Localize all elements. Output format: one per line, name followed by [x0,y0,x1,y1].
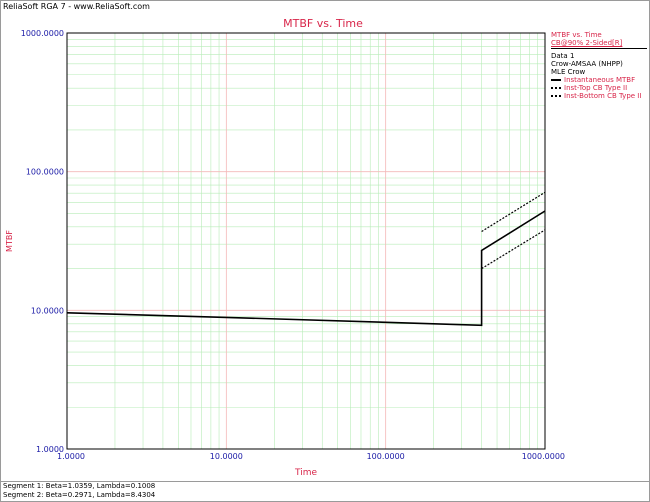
series-bottom-cb [481,229,546,270]
dotted-line-swatch [551,87,561,89]
legend: MTBF vs. Time CB@90% 2-Sided[R] Data 1 C… [551,31,647,100]
legend-method: MLE Crow [551,68,586,76]
legend-entry-top-cb: Inst-Top CB Type II [551,84,647,92]
y-axis-label: MTBF [5,230,14,252]
legend-entry-label: Instantaneous MTBF [564,76,636,84]
legend-subtitle: CB@90% 2-Sided[R] [551,39,647,49]
x-tick-label: 1000.0000 [522,452,565,461]
footer-panel: Segment 1: Beta=1.0359, Lambda=0.1008 Se… [0,481,650,500]
dotted-line-swatch [551,95,561,97]
y-tick-label: 1000.0000 [21,29,64,38]
segment-2-params: Segment 2: Beta=0.2971, Lambda=8.4304 [3,491,156,499]
x-tick-label: 10.0000 [210,452,243,461]
series-top-cb [481,191,546,233]
plot-area-border [66,32,546,450]
legend-entry-label: Inst-Top CB Type II [564,84,628,92]
solid-line-swatch [551,79,561,81]
legend-entry-label: Inst-Bottom CB Type II [564,92,642,100]
segment-1-params: Segment 1: Beta=1.0359, Lambda=0.1008 [3,482,156,490]
y-tick-label: 10.0000 [31,306,64,315]
legend-entry-bottom-cb: Inst-Bottom CB Type II [551,92,647,100]
y-tick-label: 1.0000 [36,445,64,454]
x-axis-label: Time [294,468,317,478]
legend-model: Crow-AMSAA (NHPP) [551,60,623,68]
series-instantaneous-mtbf [66,210,546,327]
y-tick-label: 100.0000 [26,168,64,177]
x-tick-label: 100.0000 [367,452,405,461]
legend-data-name: Data 1 [551,52,575,60]
legend-title: MTBF vs. Time [551,31,602,39]
legend-entry-instantaneous: Instantaneous MTBF [551,76,647,84]
